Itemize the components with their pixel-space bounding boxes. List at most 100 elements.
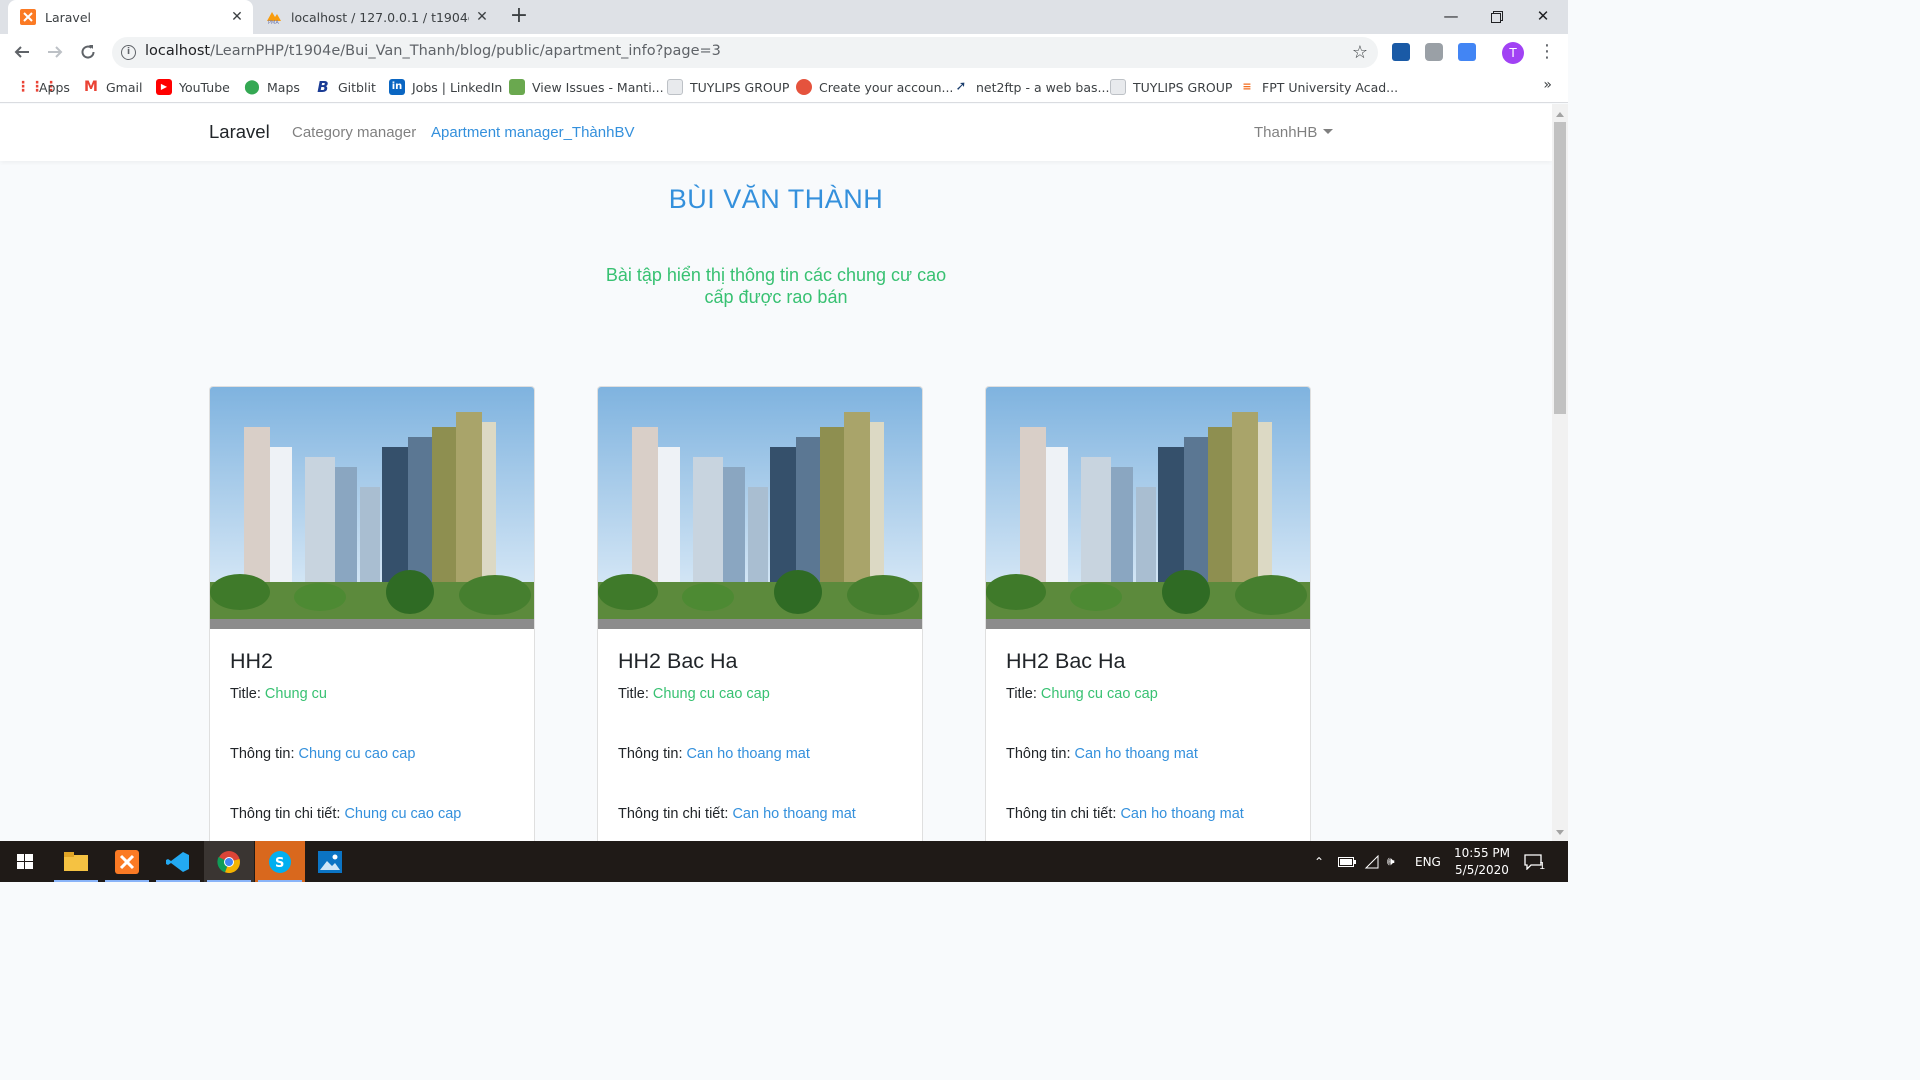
apartment-title-field: Title: Chung cu (230, 686, 514, 702)
user-dropdown[interactable]: ThanhHB (1254, 124, 1334, 141)
close-icon[interactable]: ✕ (474, 9, 490, 25)
apartment-name: HH2 Bac Ha (1006, 649, 1126, 673)
taskbar-file-explorer[interactable] (51, 841, 101, 882)
nav-category-manager[interactable]: Category manager (292, 124, 416, 141)
field-value: Can ho thoang mat (686, 746, 810, 762)
gmail-icon: M (84, 79, 98, 95)
notifications-icon[interactable]: 1 (1524, 841, 1545, 882)
extension-bookmark-icon[interactable] (1392, 43, 1410, 61)
bookmark-gitblit[interactable]: B Gitblit (315, 78, 376, 96)
taskbar-vscode[interactable] (153, 841, 203, 882)
back-button[interactable] (10, 40, 34, 64)
bookmark-tuylips-2[interactable]: TUYLIPS GROUP (1110, 78, 1232, 96)
restore-button[interactable] (1474, 0, 1520, 32)
apartment-detail-field: Thông tin chi tiết: Can ho thoang mat (1006, 806, 1290, 822)
taskbar-skype[interactable]: S (255, 841, 305, 882)
close-icon[interactable]: ✕ (229, 9, 245, 25)
start-button[interactable] (0, 841, 50, 882)
forward-button[interactable] (43, 40, 67, 64)
profile-avatar[interactable]: T (1502, 42, 1524, 64)
new-tab-button[interactable]: + (508, 5, 530, 28)
tab-phpmyadmin[interactable]: PMA localhost / 127.0.0.1 / t1904e_blo ✕ (254, 0, 498, 34)
bookmark-star-icon[interactable]: ☆ (1352, 42, 1368, 63)
minimize-button[interactable]: — (1428, 0, 1474, 32)
site-brand[interactable]: Laravel (209, 121, 270, 143)
apartment-building-illustration (598, 387, 922, 629)
bookmark-apps[interactable]: ⋮⋮⋮ Apps (16, 78, 70, 96)
reload-icon (81, 45, 95, 59)
wifi-icon[interactable] (1364, 841, 1380, 882)
language-indicator[interactable]: ENG (1415, 841, 1441, 882)
field-label: Thông tin chi tiết: (1006, 806, 1117, 822)
vscode-icon (166, 851, 189, 872)
caret-down-icon (1323, 129, 1334, 134)
more-bookmarks-icon[interactable]: » (1543, 77, 1552, 93)
url-text[interactable]: localhost/LearnPHP/t1904e/Bui_Van_Thanh/… (145, 43, 721, 59)
address-bar[interactable]: i localhost/LearnPHP/t1904e/Bui_Van_Than… (112, 37, 1378, 68)
apartment-building-illustration (210, 387, 534, 629)
apartment-image (598, 387, 922, 629)
bookmark-label: Apps (39, 79, 70, 95)
translate-icon[interactable] (1458, 43, 1476, 61)
taskbar-photos[interactable] (305, 841, 355, 882)
apartment-info-field: Thông tin: Chung cu cao cap (230, 746, 514, 762)
taskbar-chrome[interactable] (204, 841, 254, 882)
taskbar-xampp[interactable] (102, 841, 152, 882)
page-title: BÙI VĂN THÀNH (668, 184, 884, 214)
field-value: Can ho thoang mat (1074, 746, 1198, 762)
apartment-info-field: Thông tin: Can ho thoang mat (618, 746, 902, 762)
bookmark-linkedin[interactable]: in Jobs | LinkedIn (389, 78, 502, 96)
bookmark-fpt[interactable]: ≡ FPT University Acad... (1239, 78, 1398, 96)
page-subtitle: Bài tập hiển thị thông tin các chung cư … (605, 265, 947, 307)
info-icon[interactable]: i (121, 45, 136, 60)
page-scrollbar[interactable] (1552, 104, 1568, 841)
field-value: Chung cu cao cap (298, 746, 416, 762)
bookmark-tuylips-1[interactable]: TUYLIPS GROUP (667, 78, 789, 96)
reload-button[interactable] (76, 40, 100, 64)
field-value: Chung cu cao cap (1040, 686, 1158, 702)
apartment-detail-field: Thông tin chi tiết: Can ho thoang mat (618, 806, 902, 822)
bookmark-create-account[interactable]: Create your accoun... (796, 78, 953, 96)
youtube-icon: ▶ (156, 79, 172, 95)
tab-laravel[interactable]: Laravel ✕ (8, 0, 253, 34)
net2ftp-icon: ➚ (955, 79, 967, 94)
bookmarks-bar: ⋮⋮⋮ Apps M Gmail ▶ YouTube ⬤ Maps B Gitb… (0, 71, 1568, 103)
arrow-right-icon (48, 46, 63, 58)
gitblit-icon: B (317, 78, 329, 96)
restore-icon (1491, 10, 1503, 23)
volume-icon[interactable]: 🕪 (1387, 841, 1395, 882)
bookmark-label: Jobs | LinkedIn (412, 79, 503, 95)
apartment-card: HH2 Bac Ha Title: Chung cu cao cap Thông… (597, 386, 923, 841)
apartment-card: HH2 Bac Ha Title: Chung cu cao cap Thông… (985, 386, 1311, 841)
linkedin-icon: in (389, 79, 405, 95)
scroll-down-icon[interactable] (1556, 830, 1564, 835)
field-label: Thông tin chi tiết: (618, 806, 729, 822)
xampp-icon (20, 9, 36, 25)
bookmark-maps[interactable]: ⬤ Maps (244, 78, 300, 96)
bookmark-label: Gitblit (338, 79, 376, 95)
windows-taskbar: S ⌃ 🕪 ENG 10:55 PM 5/5/2020 1 (0, 841, 1568, 882)
extension-cube-icon[interactable] (1425, 43, 1443, 61)
site-navbar: Laravel Category manager Apartment manag… (0, 104, 1552, 161)
apartment-card: HH2 Title: Chung cu Thông tin: Chung cu … (209, 386, 535, 841)
field-label: Title: (230, 686, 261, 702)
tray-chevron-up-icon[interactable]: ⌃ (1314, 841, 1324, 882)
clock-date: 5/5/2020 (1455, 863, 1509, 877)
battery-icon[interactable] (1338, 841, 1356, 882)
bookmark-gmail[interactable]: M Gmail (83, 78, 142, 96)
apartment-name: HH2 (230, 649, 274, 673)
scroll-thumb[interactable] (1554, 122, 1566, 414)
bookmark-mantis[interactable]: View Issues - Manti... (509, 78, 664, 96)
document-icon (667, 79, 683, 95)
bookmark-net2ftp[interactable]: ➚ net2ftp - a web bas... (953, 78, 1110, 96)
nav-apartment-manager[interactable]: Apartment manager_ThànhBV (431, 124, 634, 141)
close-window-button[interactable]: ✕ (1520, 0, 1566, 32)
bookmark-youtube[interactable]: ▶ YouTube (156, 78, 230, 96)
more-menu-icon[interactable]: ⋮ (1538, 41, 1556, 65)
system-clock[interactable]: 10:55 PM 5/5/2020 (1450, 845, 1514, 879)
photos-icon (318, 850, 342, 873)
scroll-up-icon[interactable] (1556, 112, 1564, 117)
bookmark-label: View Issues - Manti... (532, 79, 664, 95)
apartment-title-field: Title: Chung cu cao cap (618, 686, 902, 702)
field-label: Title: (618, 686, 649, 702)
